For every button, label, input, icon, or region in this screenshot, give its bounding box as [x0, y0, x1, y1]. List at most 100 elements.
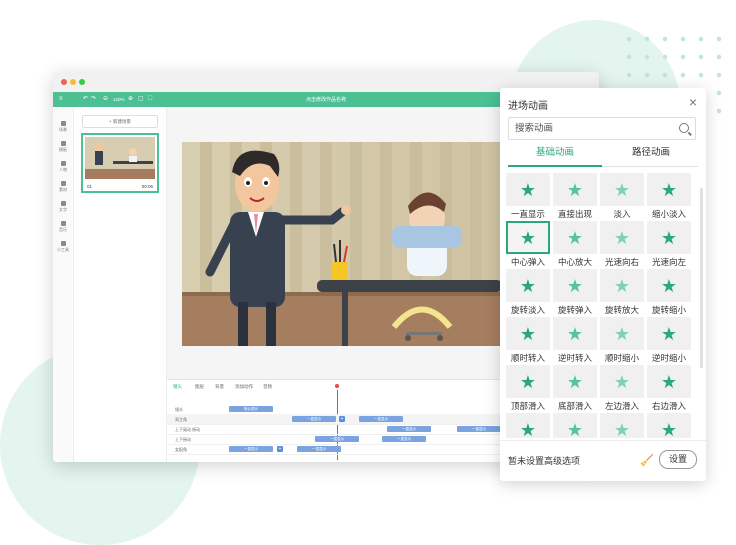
add-scene-button[interactable]: + 新建场景	[82, 115, 158, 128]
effect-tile[interactable]: ★ 逆时转入	[553, 317, 597, 363]
effect-label: 淡入	[613, 209, 631, 219]
scene-list: + 新建场景 01 00:06	[74, 107, 167, 462]
timeline-bar[interactable]: 一直显示	[297, 446, 341, 452]
scene-index: 01	[87, 184, 93, 189]
effect-label: 中心放大	[557, 257, 592, 267]
effect-tile[interactable]: ★	[600, 413, 644, 438]
nav-item-character[interactable]: 人物	[53, 161, 73, 173]
effect-tile[interactable]: ★ 光速向右	[600, 221, 644, 267]
effect-tile[interactable]: ★ 一直显示	[506, 173, 550, 219]
effect-preview: ★	[647, 173, 691, 206]
timeline-bar[interactable]: 默认镜头	[229, 406, 273, 412]
effect-tile[interactable]: ★ 右边滑入	[647, 365, 691, 411]
effect-preview: ★	[553, 269, 597, 302]
effect-label: 左边滑入	[604, 401, 639, 411]
effect-preview: ★	[600, 173, 644, 206]
effect-tile[interactable]: ★ 旋转淡入	[506, 269, 550, 315]
effect-label: 中心弹入	[510, 257, 545, 267]
effect-label: 旋转缩小	[651, 305, 686, 315]
effect-preview: ★	[647, 269, 691, 302]
effect-tile[interactable]: ★ 逆时缩小	[647, 317, 691, 363]
effect-tile[interactable]: ★	[506, 413, 550, 438]
effect-tile[interactable]: ★ 中心放大	[553, 221, 597, 267]
search-input[interactable]	[515, 122, 665, 135]
effect-label: 旋转放大	[604, 305, 639, 315]
timeline-tool-camera[interactable]: 镜头	[173, 384, 182, 390]
stage-canvas[interactable]	[182, 142, 502, 346]
nav-item-asset[interactable]: 素材	[53, 181, 73, 193]
effect-preview: ★	[553, 317, 597, 350]
tab-basic[interactable]: 基础动画	[508, 144, 602, 167]
star-icon: ★	[519, 371, 537, 392]
add-keyframe-button[interactable]: +	[277, 446, 283, 452]
nav-item-text[interactable]: 文字	[53, 201, 73, 213]
text-icon	[60, 201, 66, 206]
timeline-bar[interactable]: 一直显示	[387, 426, 431, 432]
effect-label: 旋转淡入	[510, 305, 545, 315]
effect-tile[interactable]: ★ 旋转放大	[600, 269, 644, 315]
effect-tile[interactable]: ★ 顺时转入	[506, 317, 550, 363]
tab-path[interactable]: 路径动画	[604, 144, 698, 165]
effect-tile[interactable]: ★ 顺时缩小	[600, 317, 644, 363]
add-keyframe-button[interactable]: +	[339, 416, 345, 422]
effect-tile[interactable]: ★ 旋转弹入	[553, 269, 597, 315]
star-icon: ★	[613, 179, 631, 200]
effect-label: 光速向右	[604, 257, 639, 267]
effect-tile[interactable]: ★ 淡入	[600, 173, 644, 219]
star-icon: ★	[660, 419, 678, 439]
scrollbar[interactable]	[700, 188, 703, 368]
effect-preview: ★	[600, 221, 644, 254]
close-icon[interactable]: ×	[689, 94, 697, 110]
settings-button[interactable]: 设置	[659, 450, 697, 469]
timeline-bar[interactable]: 一直显示	[359, 416, 403, 422]
maximize-dot[interactable]	[79, 79, 85, 85]
timeline-tool-layer[interactable]: 图层	[195, 384, 204, 390]
timeline-bar[interactable]: 一直显示	[382, 436, 426, 442]
effect-preview: ★	[506, 413, 550, 438]
star-icon: ★	[566, 419, 584, 439]
effect-tile[interactable]: ★ 旋转缩小	[647, 269, 691, 315]
timeline-bar[interactable]: 一直显示	[229, 446, 273, 452]
effect-preview: ★	[600, 269, 644, 302]
nav-item-scene[interactable]: 场景	[53, 121, 73, 133]
effect-label: 光速向左	[651, 257, 686, 267]
template-icon	[60, 141, 66, 146]
timeline-tool-bg[interactable]: 背景	[215, 384, 224, 390]
playhead-marker[interactable]	[335, 384, 339, 388]
timeline-tool-action[interactable]: 添加动作	[235, 384, 253, 390]
scene-thumbnail[interactable]: 01 00:06	[81, 133, 159, 193]
nav-item-template[interactable]: 模板	[53, 141, 73, 153]
minimize-dot[interactable]	[70, 79, 76, 85]
timeline-bar[interactable]: 一直显示	[315, 436, 359, 442]
effect-tile[interactable]: ★	[553, 413, 597, 438]
star-icon: ★	[613, 227, 631, 248]
effect-label: 顶部滑入	[510, 401, 545, 411]
effect-preview: ★	[506, 365, 550, 398]
scene-icon	[60, 121, 66, 126]
search-icon[interactable]	[679, 123, 689, 133]
effect-preview: ★	[647, 221, 691, 254]
star-icon: ★	[519, 275, 537, 296]
effect-tile[interactable]: ★ 左边滑入	[600, 365, 644, 411]
effect-tile[interactable]: ★	[647, 413, 691, 438]
effect-tile[interactable]: ★ 缩小淡入	[647, 173, 691, 219]
timeline-bar[interactable]: 一直显示	[292, 416, 336, 422]
timeline-bar[interactable]: 一直显示	[457, 426, 501, 432]
effect-tile[interactable]: ★ 底部滑入	[553, 365, 597, 411]
effect-tile[interactable]: ★ 顶部滑入	[506, 365, 550, 411]
effect-tile[interactable]: ★ 光速向左	[647, 221, 691, 267]
effect-preview: ★	[553, 365, 597, 398]
effect-tile[interactable]: ★ 中心弹入	[506, 221, 550, 267]
timeline-tool-audio[interactable]: 音频	[263, 384, 272, 390]
nav-item-music[interactable]: 音乐	[53, 221, 73, 233]
broom-icon[interactable]: 🧹	[640, 454, 654, 467]
asset-icon	[60, 181, 66, 186]
nav-item-tools[interactable]: 小工具	[53, 241, 73, 253]
effect-label: 逆时缩小	[651, 353, 686, 363]
star-icon: ★	[660, 371, 678, 392]
star-icon: ★	[566, 275, 584, 296]
effect-label: 旋转弹入	[557, 305, 592, 315]
close-dot[interactable]	[61, 79, 67, 85]
star-icon: ★	[613, 419, 631, 439]
effect-tile[interactable]: ★ 直接出现	[553, 173, 597, 219]
